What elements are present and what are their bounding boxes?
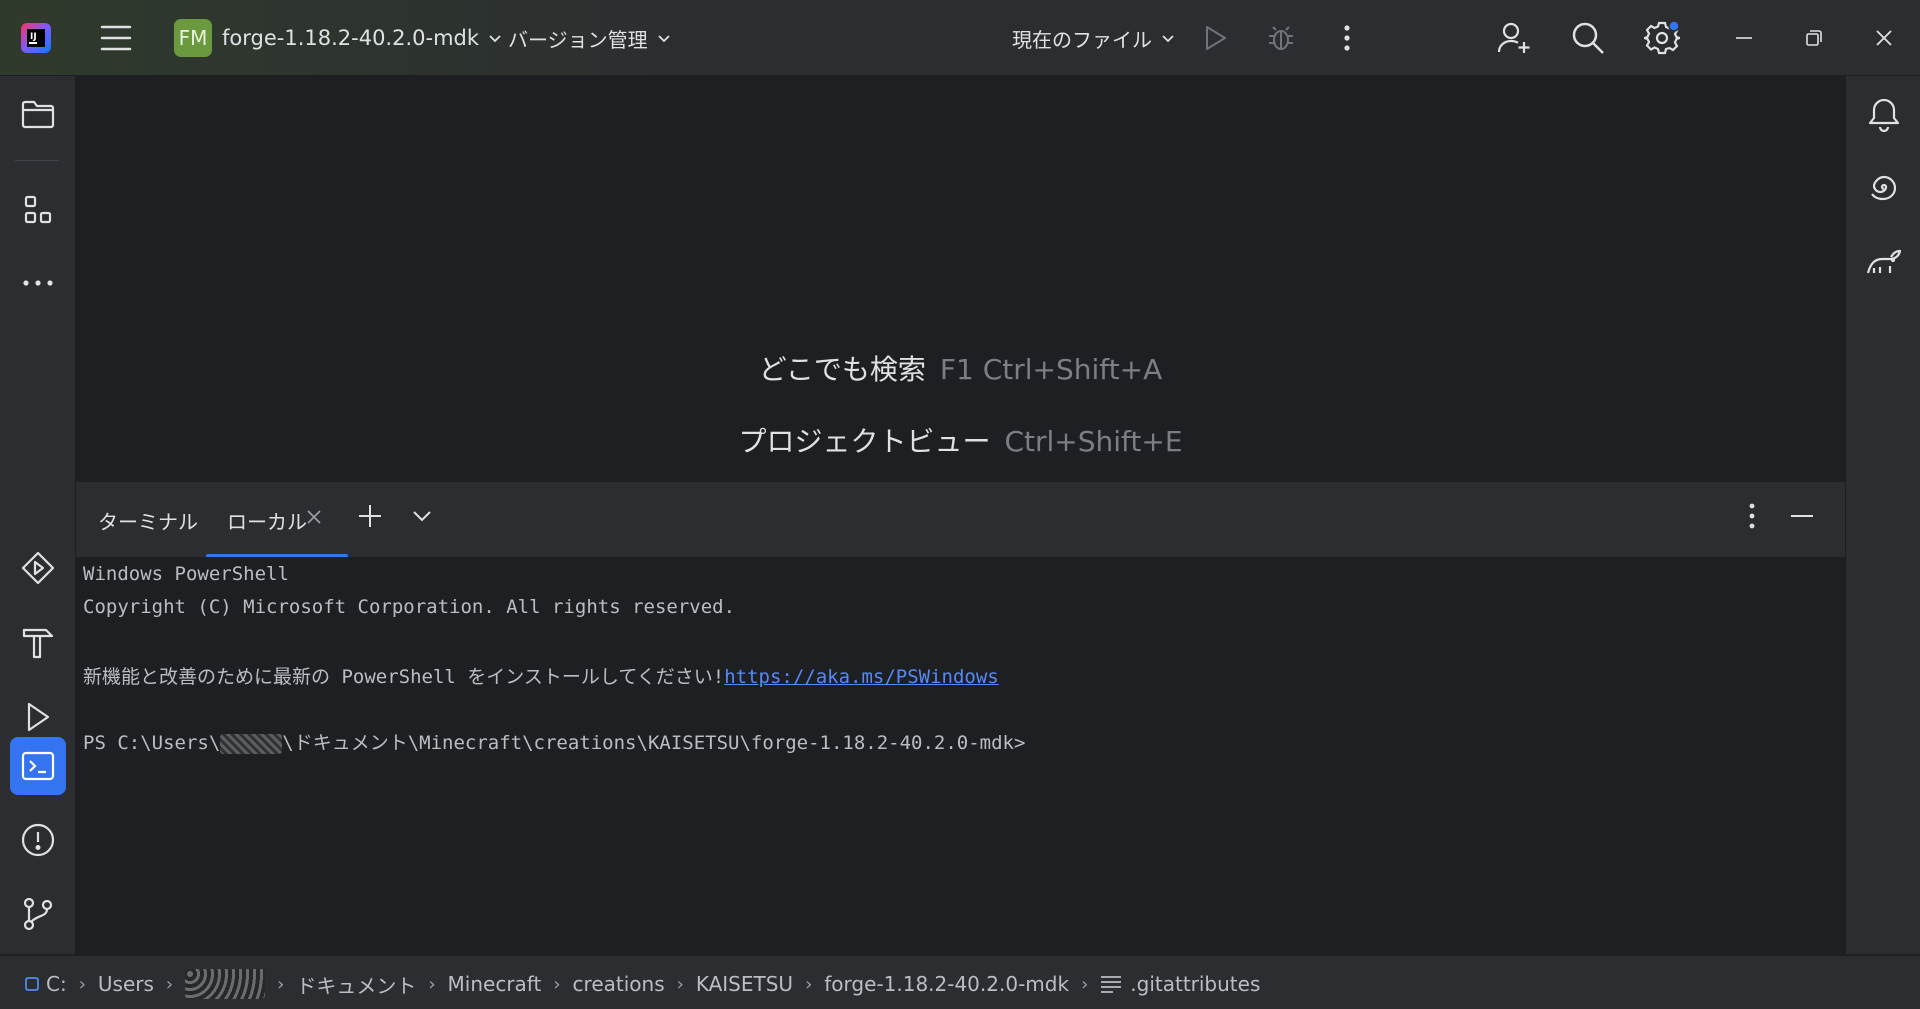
terminal-output[interactable]: Windows PowerShell Copyright (C) Microso…: [76, 557, 1845, 954]
editor-empty-area: どこでも検索 F1 Ctrl+Shift+A プロジェクトビュー Ctrl+Shif…: [76, 76, 1845, 480]
terminal-icon[interactable]: [10, 737, 66, 795]
main-menu-icon[interactable]: [98, 20, 134, 56]
add-user-icon[interactable]: [1494, 18, 1534, 58]
chevron-right-icon: ›: [78, 973, 86, 995]
crumb-drive[interactable]: C:: [46, 972, 67, 996]
terminal-title: ターミナル: [98, 510, 198, 534]
crumb-creations[interactable]: creations: [573, 972, 665, 996]
text-file-icon: [1101, 976, 1122, 993]
pswindows-link[interactable]: https://aka.ms/PSWindows: [724, 666, 999, 688]
title-bar: IJ FM forge-1.18.2-40.2.0-mdk バージョン管理 現在…: [0, 0, 1920, 76]
crumb-project[interactable]: forge-1.18.2-40.2.0-mdk: [824, 972, 1069, 996]
crumb-file[interactable]: .gitattributes: [1130, 972, 1260, 996]
problems-icon[interactable]: [10, 812, 66, 868]
project-view-hint: プロジェクトビュー Ctrl+Shift+E: [76, 420, 1845, 460]
debug-icon[interactable]: [1261, 18, 1301, 58]
breadcrumb: C: › Users › › ドキュメント › Minecraft › crea…: [24, 969, 1260, 999]
left-toolbar: [0, 76, 76, 954]
build-hammer-icon[interactable]: [10, 614, 66, 670]
crumb-users[interactable]: Users: [98, 972, 154, 996]
git-branch-icon[interactable]: [10, 886, 66, 942]
hint-label: プロジェクトビュー: [738, 425, 991, 458]
tab-local[interactable]: ローカル: [227, 506, 307, 535]
tab-options-chevron-down-icon[interactable]: [404, 498, 440, 534]
project-selector[interactable]: FM forge-1.18.2-40.2.0-mdk: [174, 19, 503, 57]
run-icon[interactable]: [1196, 18, 1236, 58]
chevron-right-icon: ›: [277, 973, 285, 995]
chevron-right-icon: ›: [1081, 973, 1089, 995]
terminal-options-icon[interactable]: [1734, 498, 1770, 534]
crumb-kaisetsu[interactable]: KAISETSU: [696, 972, 793, 996]
services-icon[interactable]: [10, 540, 66, 596]
chevron-down-icon: [657, 35, 670, 43]
restore-window-icon[interactable]: [1794, 18, 1834, 58]
chevron-down-icon: [1162, 35, 1174, 43]
status-bar: C: › Users › › ドキュメント › Minecraft › crea…: [0, 955, 1920, 1009]
close-window-icon[interactable]: [1864, 18, 1904, 58]
hide-panel-icon[interactable]: [1784, 498, 1820, 534]
ai-assistant-spiral-icon[interactable]: [1856, 160, 1912, 216]
new-tab-plus-icon[interactable]: [352, 498, 388, 534]
more-actions-icon[interactable]: [1327, 18, 1367, 58]
terminal-header: ターミナル ローカル: [76, 481, 1845, 558]
prompt-suffix: \ドキュメント\Minecraft\creations\KAISETSU\for…: [282, 732, 1026, 754]
prompt-prefix: PS C:\Users\: [83, 732, 221, 754]
terminal-prompt: PS C:\Users\ \ドキュメント\Minecraft\creations\…: [83, 728, 1025, 755]
search-icon[interactable]: [1568, 18, 1608, 58]
minimize-window-icon[interactable]: [1724, 18, 1764, 58]
right-toolbar: [1845, 76, 1920, 954]
chevron-right-icon: ›: [553, 973, 561, 995]
hint-label: どこでも検索: [758, 353, 926, 386]
terminal-line: Copyright (C) Microsoft Corporation. All…: [83, 596, 736, 618]
drive-icon: [25, 977, 39, 991]
hint-shortcut: Ctrl+Shift+E: [1004, 425, 1183, 458]
run-config-selector[interactable]: 現在のファイル: [1012, 22, 1176, 54]
more-tool-windows-icon[interactable]: [10, 255, 66, 311]
chevron-right-icon: ›: [676, 973, 684, 995]
run-config-label: 現在のファイル: [1012, 27, 1152, 52]
separator: [15, 160, 59, 161]
terminal-line: 新機能と改善のために最新の PowerShell をインストールしてください!h…: [83, 662, 999, 689]
chevron-right-icon: ›: [428, 973, 436, 995]
project-name: forge-1.18.2-40.2.0-mdk: [222, 26, 480, 50]
database-elephant-icon[interactable]: [1856, 234, 1912, 290]
crumb-minecraft[interactable]: Minecraft: [448, 972, 542, 996]
close-tab-icon[interactable]: [298, 501, 330, 533]
settings-gear-icon[interactable]: [1642, 18, 1682, 58]
redacted-username: [185, 969, 266, 999]
install-message: 新機能と改善のために最新の PowerShell をインストールしてください!: [83, 666, 725, 688]
vcs-label: バージョン管理: [508, 27, 648, 52]
redacted-username: [220, 733, 283, 754]
intellij-logo-icon[interactable]: IJ: [20, 22, 52, 54]
project-folder-icon[interactable]: [10, 86, 66, 142]
structure-icon[interactable]: [10, 182, 66, 238]
svg-text:IJ: IJ: [30, 32, 37, 42]
project-badge: FM: [174, 19, 212, 57]
vcs-menu[interactable]: バージョン管理: [508, 22, 672, 54]
crumb-documents[interactable]: ドキュメント: [296, 970, 416, 999]
chevron-right-icon: ›: [165, 973, 174, 995]
chevron-right-icon: ›: [805, 973, 813, 995]
terminal-line: Windows PowerShell: [83, 563, 289, 585]
notifications-bell-icon[interactable]: [1856, 86, 1912, 142]
search-everywhere-hint: どこでも検索 F1 Ctrl+Shift+A: [76, 348, 1845, 388]
chevron-down-icon: [489, 35, 501, 43]
hint-shortcut: F1 Ctrl+Shift+A: [939, 353, 1163, 386]
